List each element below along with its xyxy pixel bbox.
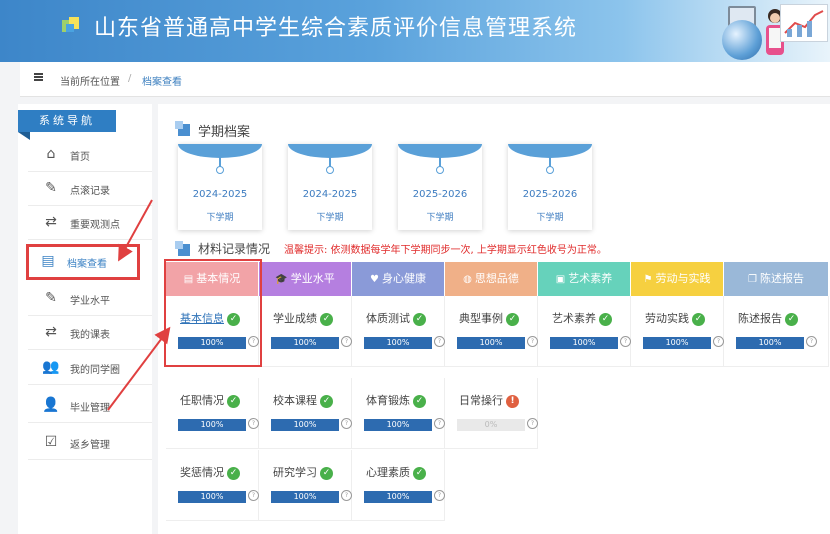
arrow-to-basic-info [107,326,171,411]
arrow-to-sidebar [118,199,153,262]
annotation-arrows [107,199,171,411]
